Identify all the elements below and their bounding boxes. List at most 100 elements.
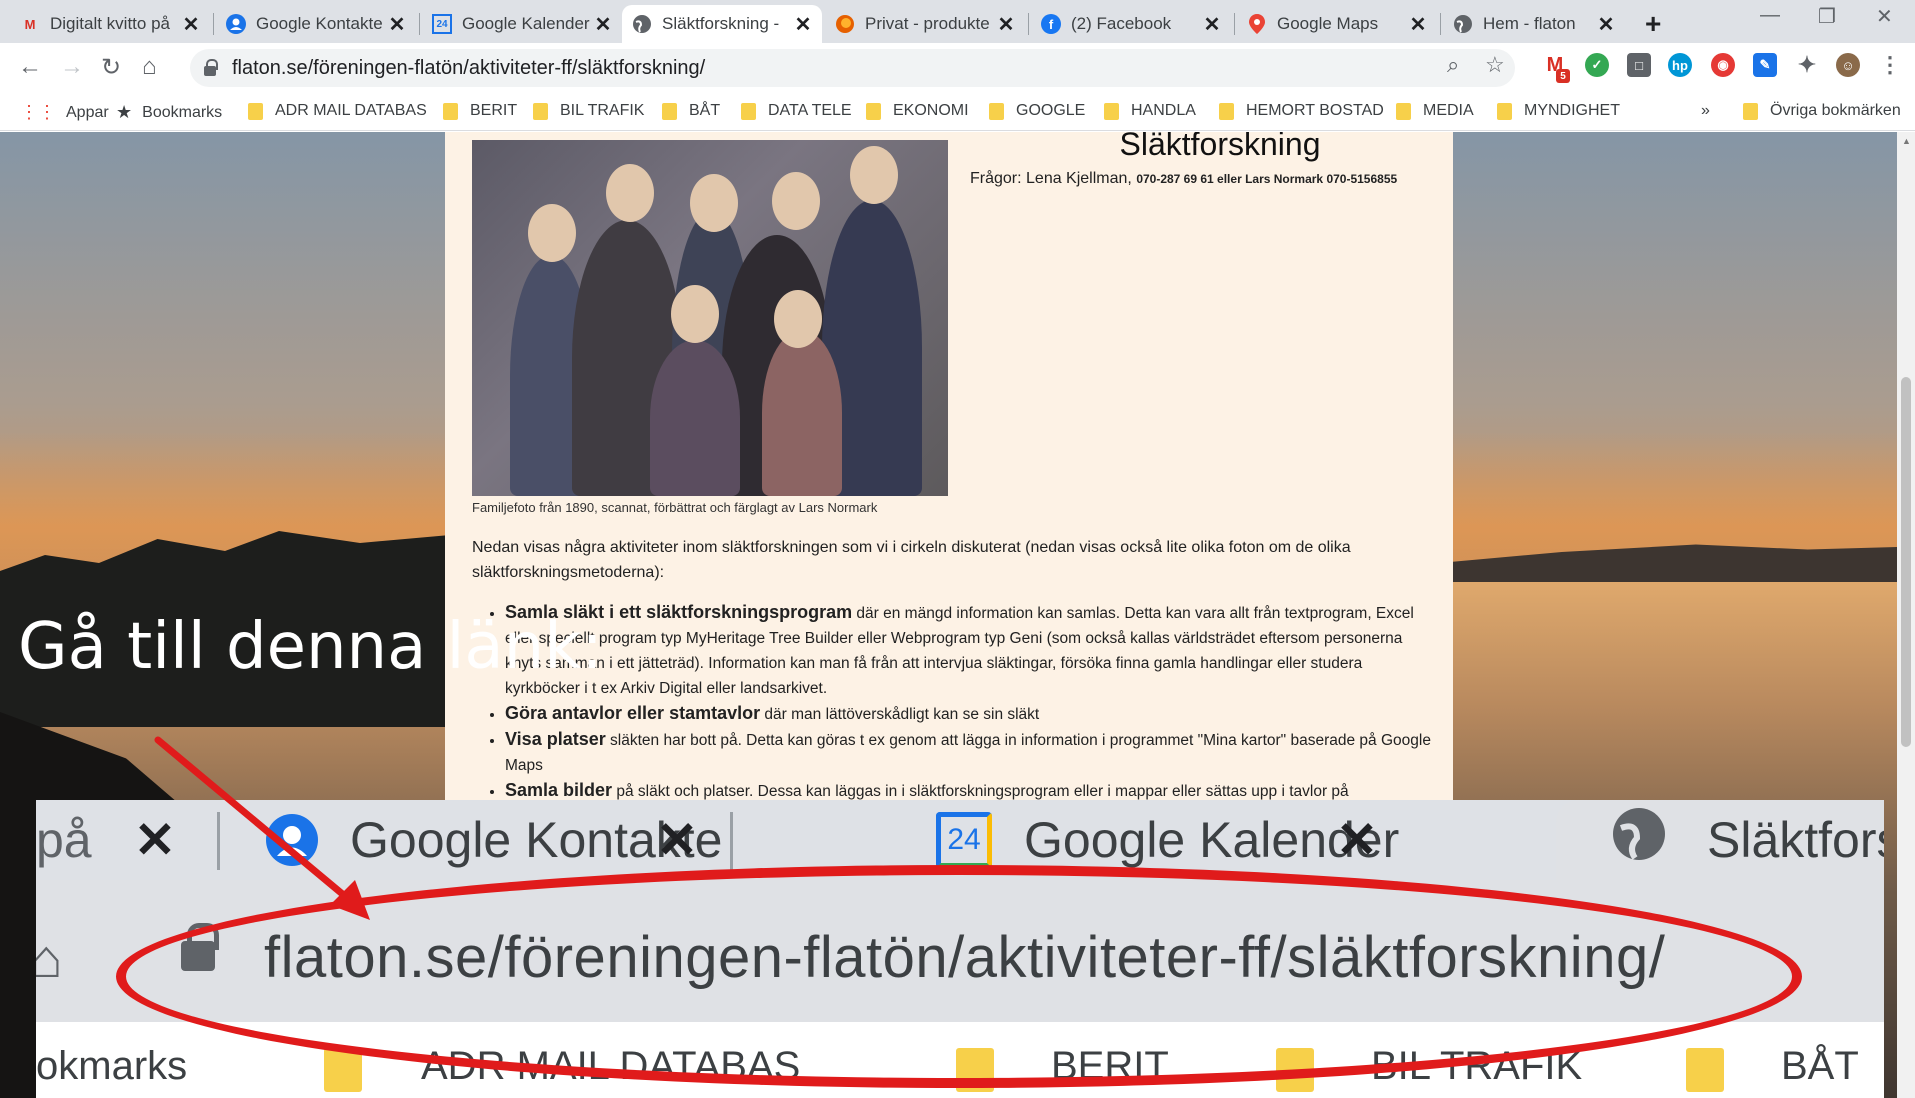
- tab-label: Privat - produkte: [865, 14, 990, 33]
- home-icon[interactable]: ⌂: [142, 53, 157, 81]
- tab-strip: M Digitalt kvitto på ✕ Google Kontakte ✕…: [0, 0, 1915, 43]
- folder-icon: [1686, 1048, 1724, 1092]
- list-item: Göra antavlor eller stamtavlor där man l…: [505, 701, 1440, 727]
- zoom-icon[interactable]: ⌕: [1447, 52, 1459, 78]
- close-window-icon[interactable]: ✕: [1876, 4, 1893, 29]
- facebook-icon: f: [1041, 14, 1061, 34]
- highlight-ellipse: [116, 865, 1802, 1088]
- forward-icon[interactable]: →: [60, 53, 84, 81]
- list-item: Visa platser släkten har bott på. Detta …: [505, 727, 1440, 778]
- folder-icon: [866, 102, 881, 120]
- list-item: Samla släkt i ett släktforskningsprogram…: [505, 600, 1440, 701]
- bookmark-folder[interactable]: HEMORT BOSTAD: [1219, 102, 1384, 120]
- folder-icon: [741, 102, 756, 120]
- bookmark-folder[interactable]: MYNDIGHET: [1497, 102, 1620, 120]
- folder-icon: [1219, 102, 1234, 120]
- restore-icon[interactable]: ❐: [1818, 4, 1836, 29]
- close-tab-icon[interactable]: ✕: [594, 12, 612, 37]
- folder-icon: [1396, 102, 1411, 120]
- tab-google-calendar[interactable]: 24 Google Kalender ✕: [422, 5, 622, 43]
- close-tab-icon: ✕: [1336, 812, 1378, 868]
- tab-google-contacts[interactable]: Google Kontakte ✕: [216, 5, 416, 43]
- bookmark-apps[interactable]: ⋮⋮ Appar: [20, 102, 109, 123]
- tab-gmail[interactable]: M Digitalt kvitto på ✕: [10, 5, 210, 43]
- tab-label: Google Maps: [1277, 14, 1379, 33]
- tab-label: Hem - flaton: [1483, 14, 1576, 33]
- close-tab-icon[interactable]: ✕: [1597, 12, 1615, 37]
- folder-icon: [1497, 102, 1512, 120]
- url-text[interactable]: flaton.se/föreningen-flatön/aktiviteter-…: [232, 57, 705, 80]
- new-tab-button[interactable]: +: [1645, 8, 1661, 40]
- lock-icon[interactable]: [204, 59, 218, 76]
- bookmark-folder[interactable]: ADR MAIL DATABAS: [248, 102, 427, 120]
- folder-icon: [1743, 102, 1758, 120]
- profile-avatar[interactable]: ☺: [1836, 53, 1860, 77]
- scroll-up-icon[interactable]: ▲: [1902, 136, 1911, 146]
- family-photo: [472, 140, 948, 496]
- tab-facebook[interactable]: f (2) Facebook ✕: [1031, 5, 1231, 43]
- extension-gray-icon[interactable]: □: [1627, 53, 1651, 77]
- bookmark-other[interactable]: Övriga bokmärken: [1743, 102, 1901, 120]
- close-tab-icon[interactable]: ✕: [1409, 12, 1427, 37]
- home-icon: ⌂: [36, 929, 63, 989]
- globe-icon: [1453, 14, 1473, 34]
- extension-pen-icon[interactable]: ✎: [1753, 53, 1777, 77]
- close-tab-icon[interactable]: ✕: [794, 12, 812, 37]
- zoom-tab-active: Släktfors: [1556, 800, 1884, 880]
- firefox-icon: [835, 14, 855, 34]
- folder-icon: [533, 102, 548, 120]
- back-icon[interactable]: ←: [18, 53, 42, 81]
- star-icon[interactable]: ☆: [1485, 52, 1505, 78]
- bookmarks-bar: ⋮⋮ Appar ★ Bookmarks ADR MAIL DATABAS BERI…: [0, 93, 1915, 131]
- folder-icon: [248, 102, 263, 120]
- bookmark-folder[interactable]: BIL TRAFIK: [533, 102, 644, 120]
- reload-icon[interactable]: ↻: [101, 53, 121, 82]
- folder-icon: [324, 1048, 362, 1092]
- bookmark-folder[interactable]: BERIT: [443, 102, 517, 120]
- close-tab-icon: ✕: [656, 812, 698, 868]
- address-bar[interactable]: flaton.se/föreningen-flatön/aktiviteter-…: [190, 49, 1515, 87]
- globe-icon: [1611, 806, 1667, 874]
- extensions-puzzle-icon[interactable]: ✦: [1795, 52, 1819, 77]
- folder-icon: [989, 102, 1004, 120]
- extension-green-icon[interactable]: ✓: [1585, 53, 1609, 77]
- bookmark-folder[interactable]: BÅT: [662, 102, 720, 120]
- tab-hem-flaton[interactable]: Hem - flaton ✕: [1443, 5, 1625, 43]
- bookmark-folder[interactable]: HANDLA: [1104, 102, 1196, 120]
- photo-caption: Familjefoto från 1890, scannat, förbättr…: [472, 500, 878, 515]
- more-bookmarks-button[interactable]: »: [1701, 102, 1710, 120]
- activity-list: Samla släkt i ett släktforskningsprogram…: [490, 600, 1440, 804]
- bookmark-bookmarks[interactable]: ★ Bookmarks: [116, 102, 222, 123]
- menu-icon[interactable]: ⋮: [1878, 52, 1902, 77]
- folder-icon: [1104, 102, 1119, 120]
- close-tab-icon: ✕: [134, 812, 176, 868]
- folder-icon: [443, 102, 458, 120]
- bookmark-folder[interactable]: DATA TELE: [741, 102, 852, 120]
- instruction-text: Gå till denna länk:: [18, 610, 603, 684]
- vertical-scrollbar[interactable]: ▲: [1897, 132, 1915, 1098]
- tab-label: Google Kontakte: [256, 14, 383, 33]
- globe-icon: [632, 14, 652, 34]
- tab-label: Digitalt kvitto på: [50, 14, 170, 33]
- bookmark-folder[interactable]: MEDIA: [1396, 102, 1474, 120]
- tab-label: (2) Facebook: [1071, 14, 1172, 33]
- contact-info: Frågor: Lena Kjellman, 070-287 69 61 ell…: [970, 170, 1398, 187]
- hp-icon[interactable]: hp: [1668, 53, 1692, 77]
- close-tab-icon[interactable]: ✕: [1203, 12, 1221, 37]
- page-title: Släktforskning: [1119, 132, 1321, 162]
- gmail-icon: M: [24, 16, 36, 32]
- tab-privat-produkter[interactable]: Privat - produkte ✕: [825, 5, 1025, 43]
- close-tab-icon[interactable]: ✕: [388, 12, 406, 37]
- contacts-icon: [266, 814, 318, 866]
- star-filled-icon: ★: [116, 102, 133, 122]
- close-tab-icon[interactable]: ✕: [997, 12, 1015, 37]
- tab-google-maps[interactable]: Google Maps ✕: [1237, 5, 1437, 43]
- scrollbar-thumb[interactable]: [1901, 377, 1911, 747]
- bookmark-folder[interactable]: EKONOMI: [866, 102, 969, 120]
- minimize-icon[interactable]: —: [1760, 4, 1780, 27]
- close-tab-icon[interactable]: ✕: [182, 12, 200, 37]
- tab-slaktforskning[interactable]: Släktforskning - ✕: [622, 5, 822, 43]
- folder-icon: [662, 102, 677, 120]
- extension-red-icon[interactable]: ◉: [1711, 53, 1735, 77]
- bookmark-folder[interactable]: GOOGLE: [989, 102, 1085, 120]
